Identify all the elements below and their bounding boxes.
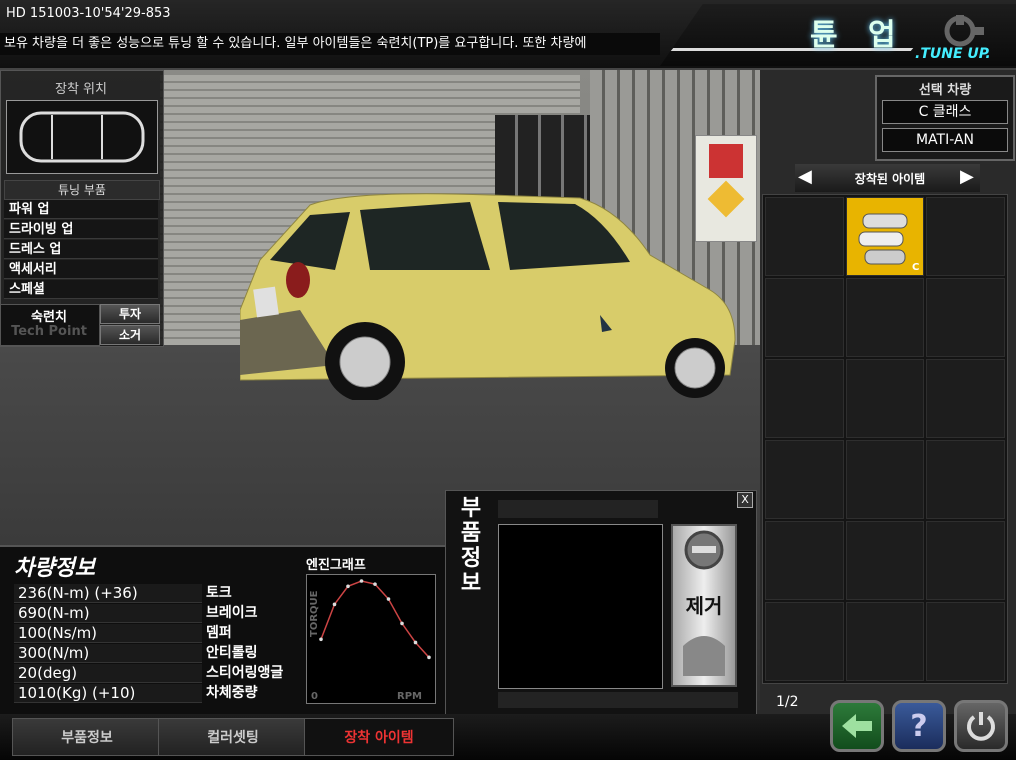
item-slot[interactable] [845, 602, 925, 681]
torque-point [400, 621, 404, 626]
gear-logo-icon [944, 15, 984, 47]
stat-steering-value: 20(deg) [14, 664, 202, 683]
mount-position-label: 장착 위치 [55, 82, 107, 97]
torque-curve [320, 580, 430, 658]
menu-accessory[interactable]: 액세서리 [4, 260, 158, 279]
tab-installed-items[interactable]: 장착 아이템 [304, 718, 454, 756]
tech-point-label-en: Tech Point [11, 324, 87, 339]
parts-info-title: 부품정보 [460, 496, 482, 596]
menu-dress-up[interactable]: 드레스 업 [4, 240, 158, 259]
item-slot[interactable] [926, 440, 1005, 519]
parts-bottom-strip [498, 692, 738, 708]
stat-steering-label: 스티어링앵글 [206, 665, 284, 681]
close-icon[interactable]: X [737, 492, 753, 508]
item-slot[interactable] [926, 602, 1005, 681]
selected-vehicle-title: 선택 차량 [918, 83, 972, 98]
stat-brake-label: 브레이크 [206, 605, 258, 621]
page-title-en: .TUNE UP. [915, 46, 991, 62]
item-slot[interactable] [845, 359, 925, 438]
help-icon: ? [910, 708, 928, 744]
item-slot[interactable] [926, 359, 1005, 438]
mount-position-view[interactable] [6, 100, 158, 174]
graph-y-label: TORQUE [309, 590, 320, 637]
item-slot[interactable] [765, 440, 844, 519]
torque-point [386, 597, 391, 601]
graph-x-label: RPM [397, 691, 422, 702]
item-slot[interactable] [765, 359, 844, 438]
torque-point [346, 584, 350, 589]
page-title: 튠 업 [810, 18, 906, 53]
item-slot[interactable] [765, 278, 844, 357]
item-grade: C [911, 262, 920, 273]
reset-button[interactable]: 소거 [100, 325, 160, 345]
stat-brake-value: 690(N-m) [14, 604, 202, 623]
page-indicator: 1/2 [776, 694, 799, 710]
tab-color-setting[interactable]: 컬러셋팅 [158, 718, 308, 756]
item-slot[interactable] [845, 440, 925, 519]
invest-button[interactable]: 투자 [100, 304, 160, 324]
item-slot[interactable] [845, 521, 925, 600]
stat-antiroll-label: 안티롤링 [206, 645, 258, 661]
torque-point [413, 640, 418, 645]
menu-driving-up[interactable]: 드라이빙 업 [4, 220, 158, 239]
vehicle-model: MATI-AN [882, 128, 1008, 152]
graph-origin-label: 0 [311, 691, 318, 702]
stat-torque-value: 236(N-m) (+36) [14, 584, 202, 603]
torque-point [373, 582, 377, 586]
notice-ticker: 보유 차량을 더 좋은 성능으로 튜닝 할 수 있습니다. 일부 아이템들은 숙… [0, 33, 660, 55]
installed-items-title: 장착된 아이템 [854, 172, 926, 186]
back-arrow-icon [842, 714, 872, 738]
tab-parts-info[interactable]: 부품정보 [12, 718, 162, 756]
item-slot-filled[interactable]: C [845, 197, 925, 276]
help-button[interactable]: ? [892, 700, 946, 752]
next-arrow-icon[interactable]: ▶ [960, 166, 974, 187]
hd-code: HD 151003-10'54'29-853 [6, 6, 171, 21]
tuning-parts-label: 튜닝 부품 [4, 180, 160, 200]
item-grid: C [762, 194, 1008, 684]
item-slot[interactable] [765, 197, 844, 276]
item-slot[interactable] [926, 521, 1005, 600]
back-button[interactable] [830, 700, 884, 752]
item-slot[interactable] [765, 602, 844, 681]
tech-point-label: 숙련치 [31, 310, 67, 325]
torque-point [427, 655, 431, 660]
stat-antiroll-value: 300(N/m) [14, 644, 202, 663]
engine-graph-label: 엔진그래프 [306, 558, 366, 573]
power-button[interactable] [954, 700, 1008, 752]
torque-point [319, 637, 323, 642]
menu-special[interactable]: 스페셜 [4, 280, 158, 299]
vehicle-info-title: 차량정보 [14, 556, 95, 581]
item-slot[interactable] [845, 278, 925, 357]
item-slot[interactable] [765, 521, 844, 600]
parts-preview [498, 524, 663, 689]
vehicle-class: C 클래스 [882, 100, 1008, 124]
item-slot[interactable] [926, 197, 1005, 276]
torque-point [359, 579, 364, 583]
stat-damper-value: 100(Ns/m) [14, 624, 202, 643]
engine-graph-plot: TORQUE RPM 0 [309, 579, 431, 702]
stat-weight-label: 차체중량 [206, 685, 258, 701]
parts-name-strip [498, 500, 658, 518]
car-model [240, 193, 736, 400]
menu-power-up[interactable]: 파워 업 [4, 200, 158, 219]
stat-weight-value: 1010(Kg) (+10) [14, 684, 202, 703]
remove-button-label[interactable]: 제거 [676, 590, 732, 619]
power-icon [967, 712, 995, 741]
item-slot[interactable] [926, 278, 1005, 357]
prev-arrow-icon[interactable]: ◀ [798, 166, 812, 187]
torque-point [332, 602, 337, 607]
stat-damper-label: 뎀퍼 [206, 625, 232, 641]
stat-torque-label: 토크 [206, 585, 232, 601]
engine-graph: TORQUE RPM 0 [306, 574, 436, 704]
car-topview-icon [19, 111, 145, 163]
